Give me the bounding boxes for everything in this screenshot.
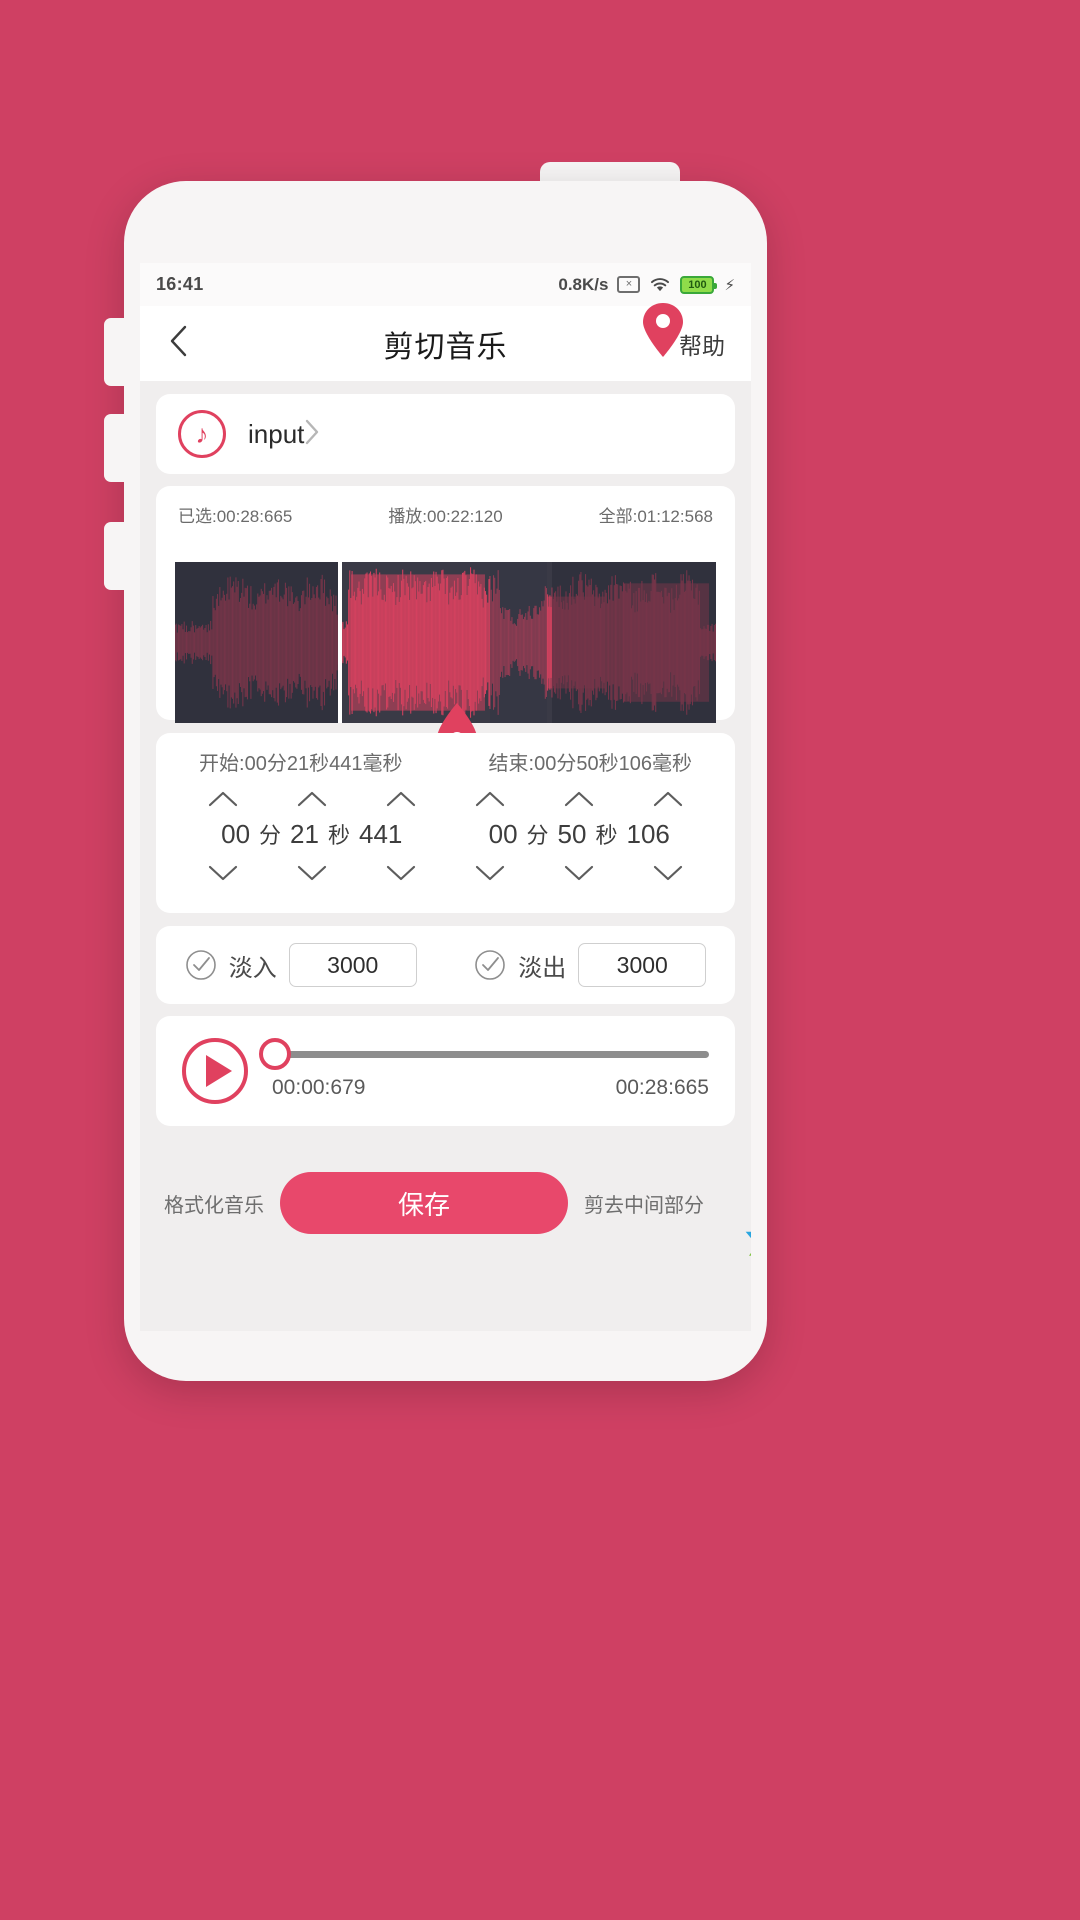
fade-in-input[interactable]: 3000 (288, 943, 417, 987)
play-triangle-icon (205, 1055, 232, 1087)
end-minutes-increase-button[interactable] (473, 788, 507, 810)
player-end-time: 00:28:665 (615, 1075, 709, 1099)
player-card: 00:00:679 00:28:665 (156, 1016, 735, 1126)
start-seconds-decrease-button[interactable] (295, 862, 329, 884)
time-editor-labels: 开始:00分21秒441毫秒 结束:00分50秒106毫秒 (156, 733, 735, 776)
start-seconds-increase-button[interactable] (295, 788, 329, 810)
start-increase-group (178, 788, 446, 810)
status-indicators: 0.8K/s × 100 ⚡ (558, 275, 735, 295)
start-minutes-decrease-button[interactable] (206, 862, 240, 884)
end-time-value: 00 分 50 秒 106 (446, 818, 714, 850)
fade-in-block: 淡入 3000 (156, 943, 446, 987)
battery-icon: 100 (680, 275, 718, 294)
start-seconds-value[interactable]: 21 (290, 819, 319, 850)
player-time-row: 00:00:679 00:28:665 (272, 1076, 709, 1100)
end-seconds-decrease-button[interactable] (562, 862, 596, 884)
waveform-unselected-left (175, 562, 339, 723)
waveform-time-info: 已选:00:28:665 播放:00:22:120 全部:01:12:568 (156, 486, 735, 527)
start-millis-decrease-button[interactable] (384, 862, 418, 884)
selected-duration-label: 已选:00:28:665 (178, 507, 293, 526)
stepper-decrease-row (156, 862, 735, 884)
phone-side-button-volume-down[interactable] (104, 414, 126, 482)
end-millis-increase-button[interactable] (651, 788, 685, 810)
start-minutes-increase-button[interactable] (206, 788, 240, 810)
end-increase-group (446, 788, 714, 810)
end-second-unit: 秒 (595, 823, 618, 848)
bottom-action-bar: 格式化音乐 保存 剪去中间部分 (140, 1148, 751, 1258)
waveform-card: 已选:00:28:665 播放:00:22:120 全部:01:12:568 (156, 486, 735, 723)
time-values-row: 00 分 21 秒 441 00 分 50 秒 106 (156, 818, 735, 850)
player-progress-area: 00:00:679 00:28:665 (259, 1037, 709, 1100)
phone-screen: 16:41 0.8K/s × 100 ⚡ 剪切音乐 帮助 ♪ input 已选:… (140, 263, 751, 1331)
start-second-unit: 秒 (327, 823, 350, 848)
playing-position-label: 播放:00:22:120 (388, 507, 503, 526)
start-millis-increase-button[interactable] (384, 788, 418, 810)
end-time-label: 结束:00分50秒106毫秒 (488, 753, 692, 775)
start-time-value: 00 分 21 秒 441 (178, 818, 446, 850)
end-decrease-group (446, 862, 714, 884)
end-millis-value[interactable]: 106 (626, 819, 669, 850)
phone-side-button-power[interactable] (104, 522, 126, 590)
progress-slider[interactable] (259, 1037, 709, 1070)
file-selector-card[interactable]: ♪ input (156, 394, 735, 474)
play-circle-icon[interactable] (182, 1038, 248, 1104)
status-clock: 16:41 (156, 274, 204, 294)
start-decrease-group (178, 862, 446, 884)
file-name-label: input (248, 418, 305, 449)
check-circle-icon[interactable] (474, 949, 506, 981)
waveform-unselected-right (552, 562, 716, 723)
fade-out-block: 淡出 3000 (446, 943, 736, 987)
time-editor-card: 开始:00分21秒441毫秒 结束:00分50秒106毫秒 00 分 21 秒 … (156, 733, 735, 913)
fade-out-input[interactable]: 3000 (578, 943, 707, 987)
start-millis-value[interactable]: 441 (359, 819, 402, 850)
chevron-right-icon[interactable] (304, 418, 320, 451)
total-duration-label: 全部:01:12:568 (598, 507, 713, 526)
stepper-increase-row (156, 788, 735, 810)
end-seconds-value[interactable]: 50 (558, 819, 587, 850)
end-minutes-value[interactable]: 00 (489, 819, 518, 850)
fade-in-label: 淡入 (228, 954, 277, 982)
progress-slider-thumb[interactable] (259, 1037, 291, 1070)
save-button[interactable]: 保存 (280, 1172, 568, 1234)
start-minute-unit: 分 (259, 823, 282, 848)
wifi-icon (649, 276, 671, 293)
trim-middle-button[interactable]: 剪去中间部分 (584, 1189, 704, 1218)
charging-bolt-icon: ⚡ (724, 276, 735, 294)
end-millis-decrease-button[interactable] (651, 862, 685, 884)
network-speed-label: 0.8K/s (558, 274, 609, 294)
waveform-mid-shade (490, 562, 547, 723)
fade-out-label: 淡出 (518, 954, 567, 982)
player-current-time: 00:00:679 (272, 1075, 366, 1099)
waveform-display[interactable] (175, 562, 716, 723)
end-minutes-decrease-button[interactable] (473, 862, 507, 884)
battery-level-label: 100 (688, 278, 707, 291)
waveform-start-line (338, 562, 342, 723)
start-minutes-value[interactable]: 00 (221, 819, 250, 850)
check-circle-icon[interactable] (185, 949, 217, 981)
end-minute-unit: 分 (526, 823, 549, 848)
fade-settings-card: 淡入 3000 淡出 3000 (156, 926, 735, 1004)
sim-card-icon: × (617, 276, 641, 293)
format-music-button[interactable]: 格式化音乐 (164, 1189, 264, 1218)
status-bar: 16:41 0.8K/s × 100 ⚡ (140, 263, 751, 306)
start-time-label: 开始:00分21秒441毫秒 (199, 753, 403, 775)
help-button[interactable]: 帮助 (679, 327, 725, 361)
end-seconds-increase-button[interactable] (562, 788, 596, 810)
music-note-icon: ♪ (178, 410, 226, 458)
phone-side-button-volume-up[interactable] (104, 318, 126, 386)
